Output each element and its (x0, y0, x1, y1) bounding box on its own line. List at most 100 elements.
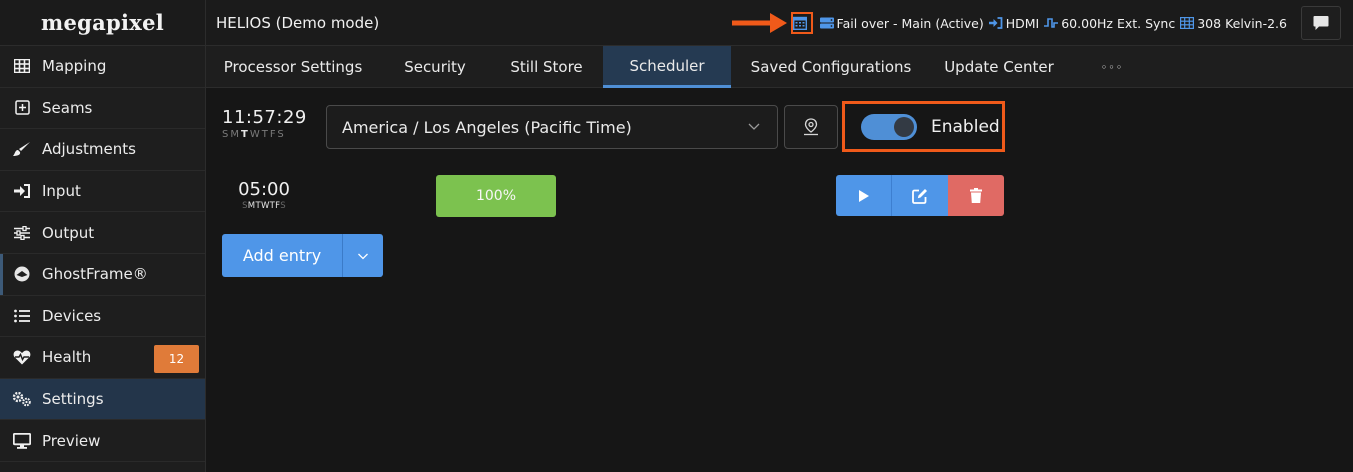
timezone-select[interactable]: America / Los Angeles (Pacific Time) (326, 105, 778, 149)
tab-label: Update Center (944, 58, 1054, 76)
processor-title: HELIOS (Demo mode) (216, 13, 380, 32)
settings-tabs: Processor Settings Security Still Store … (206, 46, 1353, 88)
tab-scheduler[interactable]: Scheduler (603, 46, 731, 88)
tab-more[interactable]: ◦◦◦ (1067, 46, 1157, 88)
weekday-letter: M (230, 129, 241, 140)
clock-time: 11:57:29 (222, 107, 307, 128)
add-entry-dropdown[interactable] (343, 234, 383, 277)
health-alert-badge: 12 (154, 345, 199, 374)
failover-status-text: Fail over - Main (Active) (836, 15, 984, 31)
sidebar-item-input[interactable]: Input (0, 171, 205, 213)
more-icon: ◦◦◦ (1100, 60, 1124, 74)
sliders-icon (12, 224, 32, 242)
sidebar-item-label: Adjustments (42, 140, 136, 159)
input-status-text: HDMI (1005, 15, 1040, 31)
sidebar-item-label: Preview (42, 431, 101, 450)
chevron-down-icon (358, 253, 368, 259)
status-bar: Fail over - Main (Active) HDMI 60.00Hz E… (731, 0, 1287, 46)
sidebar-item-health[interactable]: Health 12 (0, 337, 205, 379)
grid-icon (12, 57, 32, 75)
sidebar-item-preview[interactable]: Preview (0, 420, 205, 462)
entry-day-letter: S (280, 201, 286, 211)
scheduler-panel: 11:57:29 SMTWTFS America / Los Angeles (… (206, 89, 1353, 472)
server-icon (819, 17, 834, 29)
sidebar-item-ghostframe[interactable]: GhostFrame® (0, 253, 205, 296)
scheduler-status-icon[interactable] (790, 12, 813, 34)
sidebar-item-label: Output (42, 223, 95, 242)
tab-security[interactable]: Security (380, 46, 490, 88)
sidebar-item-label: Health (42, 348, 92, 367)
toggle-label: Enabled (931, 116, 1000, 137)
sidebar-item-label: Input (42, 182, 81, 201)
grid-icon (1180, 17, 1195, 29)
sync-signal-icon (1044, 18, 1059, 28)
chat-button[interactable] (1301, 6, 1341, 40)
sidebar-item-adjustments[interactable]: Adjustments (0, 129, 205, 171)
play-icon (858, 189, 869, 202)
sidebar-item-mapping[interactable]: Mapping (0, 46, 205, 88)
sidebar-item-label: Settings (42, 390, 104, 409)
gears-icon (12, 390, 32, 408)
sidebar-item-label: Devices (42, 306, 102, 325)
kelvin-status[interactable]: 308 Kelvin-2.6 (1180, 16, 1287, 31)
entry-time: 05:00 SMTWTFS (234, 179, 294, 211)
tab-label: Scheduler (629, 56, 705, 75)
sync-status-text: 60.00Hz Ext. Sync (1061, 15, 1176, 31)
weekday-letter: T (241, 129, 250, 140)
entry-time-value: 05:00 (238, 179, 290, 200)
kelvin-status-text: 308 Kelvin-2.6 (1197, 15, 1287, 31)
tab-label: Processor Settings (223, 58, 363, 76)
plus-square-icon (12, 99, 32, 117)
chat-icon (1313, 16, 1329, 30)
entry-actions (836, 175, 1004, 216)
failover-status[interactable]: Fail over - Main (Active) (819, 15, 984, 31)
tab-saved-configurations[interactable]: Saved Configurations (731, 46, 931, 88)
toggle-knob (894, 116, 914, 137)
sidebar-item-label: GhostFrame® (42, 265, 148, 284)
sidebar: megapixel Mapping Seams Adjustments Inpu… (0, 0, 206, 472)
entry-day-letter: W (260, 201, 270, 211)
tab-update-center[interactable]: Update Center (931, 46, 1067, 88)
sign-in-icon (988, 17, 1003, 29)
edit-entry-button[interactable] (892, 175, 948, 216)
timezone-value: America / Los Angeles (Pacific Time) (342, 117, 632, 137)
chevron-down-icon (748, 123, 760, 130)
trash-icon (970, 188, 982, 203)
toggle-switch[interactable] (861, 113, 917, 140)
location-button[interactable] (784, 105, 838, 149)
sidebar-item-label: Seams (42, 98, 93, 117)
delete-entry-button[interactable] (948, 175, 1004, 216)
weekday-letter: W (249, 129, 262, 140)
calendar-icon (793, 16, 808, 30)
scheduler-enable-toggle[interactable]: Enabled (842, 101, 1005, 152)
ghostframe-icon (12, 265, 32, 283)
sidebar-item-settings[interactable]: Settings (0, 378, 205, 421)
list-icon (12, 307, 32, 325)
brush-icon (12, 140, 32, 158)
edit-icon (912, 188, 927, 204)
run-entry-button[interactable] (836, 175, 892, 216)
current-time: 11:57:29 SMTWTFS (222, 107, 307, 140)
add-entry-button[interactable]: Add entry (222, 234, 343, 277)
tab-label: Saved Configurations (750, 58, 912, 76)
entry-level[interactable]: 100% (436, 175, 556, 217)
weekday-letter: T (261, 129, 270, 140)
top-bar: HELIOS (Demo mode) Fail over - Main (Act… (206, 0, 1353, 46)
tab-label: Security (404, 58, 466, 76)
tab-processor-settings[interactable]: Processor Settings (206, 46, 380, 88)
sidebar-item-output[interactable]: Output (0, 212, 205, 254)
weekday-letter: S (277, 129, 286, 140)
sync-status[interactable]: 60.00Hz Ext. Sync (1044, 16, 1175, 31)
sidebar-item-devices[interactable]: Devices (0, 296, 205, 338)
sidebar-item-label: Mapping (42, 57, 107, 76)
tab-still-store[interactable]: Still Store (490, 46, 603, 88)
sign-in-icon (12, 182, 32, 200)
tab-label: Still Store (510, 58, 583, 76)
location-pin-icon (804, 118, 818, 136)
orange-arrow-annotation (731, 13, 787, 33)
sidebar-item-seams[interactable]: Seams (0, 88, 205, 130)
input-status[interactable]: HDMI (988, 15, 1040, 31)
megapixel-logo: megapixel (0, 0, 205, 46)
heartbeat-icon (12, 348, 32, 366)
entry-days: SMTWTFS (234, 201, 294, 211)
